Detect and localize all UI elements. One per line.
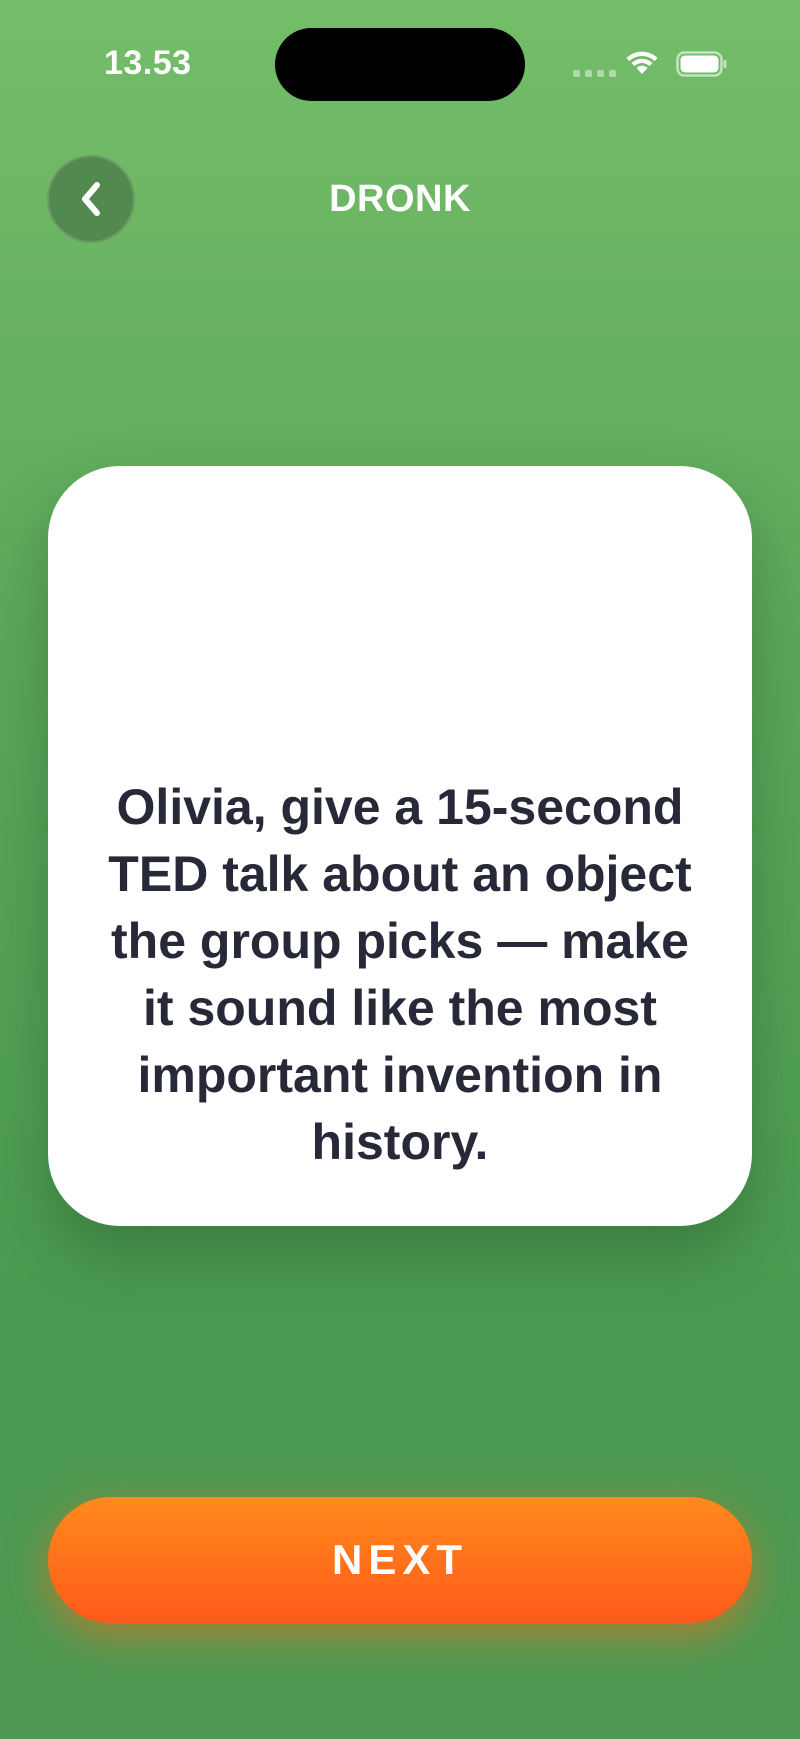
status-bar: 13.53 [0,0,800,130]
dynamic-island [275,28,525,101]
prompt-text: Olivia, give a 15-second TED talk about … [108,779,692,1170]
header: DRONK [0,150,800,250]
signal-dots-icon [573,70,616,77]
battery-icon [676,51,727,77]
next-button[interactable]: NEXT [48,1497,752,1623]
prompt-card: Olivia, give a 15-second TED talk about … [48,466,752,1226]
page-title: DRONK [329,178,471,220]
status-time: 13.53 [104,44,192,82]
wifi-icon [626,51,658,74]
